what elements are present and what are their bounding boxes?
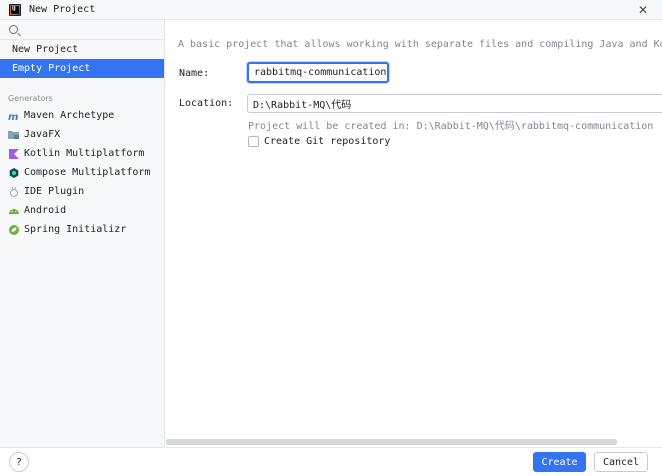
kotlin-icon (8, 148, 20, 160)
window-title: New Project (29, 4, 96, 15)
sidebar-item-android[interactable]: Android (0, 201, 164, 220)
sidebar-item-kotlin-multiplatform[interactable]: Kotlin Multiplatform (0, 144, 164, 163)
create-git-repository-option[interactable]: Create Git repository (248, 136, 390, 147)
maven-icon: m (8, 110, 20, 122)
location-label: Location: (179, 98, 234, 109)
dialog-footer: ? Create Cancel (0, 447, 662, 476)
main-panel: A basic project that allows working with… (166, 20, 662, 447)
ide-plugin-icon (8, 186, 20, 198)
help-button[interactable]: ? (9, 452, 29, 472)
title-bar: IJ New Project ✕ (0, 0, 662, 20)
sidebar-item-compose-multiplatform[interactable]: Compose Multiplatform (0, 163, 164, 182)
sidebar-item-label: Kotlin Multiplatform (24, 148, 145, 159)
javafx-icon (8, 129, 20, 141)
android-icon (8, 205, 20, 217)
sidebar-item-label: Empty Project (12, 63, 91, 74)
sidebar-item-label: JavaFX (24, 129, 61, 140)
cancel-button[interactable]: Cancel (594, 452, 648, 472)
svg-text:m: m (8, 112, 18, 121)
generators-section-label: Generators (8, 94, 53, 103)
sidebar-search[interactable] (0, 20, 164, 40)
location-input[interactable] (247, 94, 662, 113)
sidebar-item-javafx[interactable]: JavaFX (0, 125, 164, 144)
name-input[interactable] (247, 62, 389, 83)
sidebar-item-label: Maven Archetype (24, 110, 115, 121)
sidebar-item-new-project[interactable]: New Project (0, 40, 164, 59)
project-description: A basic project that allows working with… (178, 39, 662, 50)
horizontal-scrollbar[interactable] (166, 439, 617, 445)
sidebar-item-label: New Project (12, 44, 79, 55)
sidebar-item-label: Android (24, 205, 67, 216)
name-label: Name: (179, 68, 210, 79)
spring-icon (8, 224, 20, 236)
sidebar-item-ide-plugin[interactable]: IDE Plugin (0, 182, 164, 201)
sidebar-item-empty-project[interactable]: Empty Project (0, 59, 164, 78)
create-button[interactable]: Create (533, 452, 586, 472)
git-checkbox-label: Create Git repository (264, 136, 391, 147)
sidebar-item-maven-archetype[interactable]: m Maven Archetype (0, 106, 164, 125)
location-hint: Project will be created in: D:\Rabbit-MQ… (248, 121, 654, 132)
close-icon[interactable]: ✕ (638, 3, 648, 17)
search-icon (9, 25, 18, 34)
sidebar: New Project Empty Project Generators m M… (0, 20, 165, 447)
intellij-app-icon: IJ (9, 3, 21, 16)
sidebar-item-spring-initializr[interactable]: Spring Initializr (0, 220, 164, 239)
git-checkbox[interactable] (248, 136, 259, 147)
sidebar-item-label: Compose Multiplatform (24, 167, 151, 178)
sidebar-item-label: Spring Initializr (24, 224, 127, 235)
compose-icon (8, 167, 20, 179)
sidebar-item-label: IDE Plugin (24, 186, 85, 197)
